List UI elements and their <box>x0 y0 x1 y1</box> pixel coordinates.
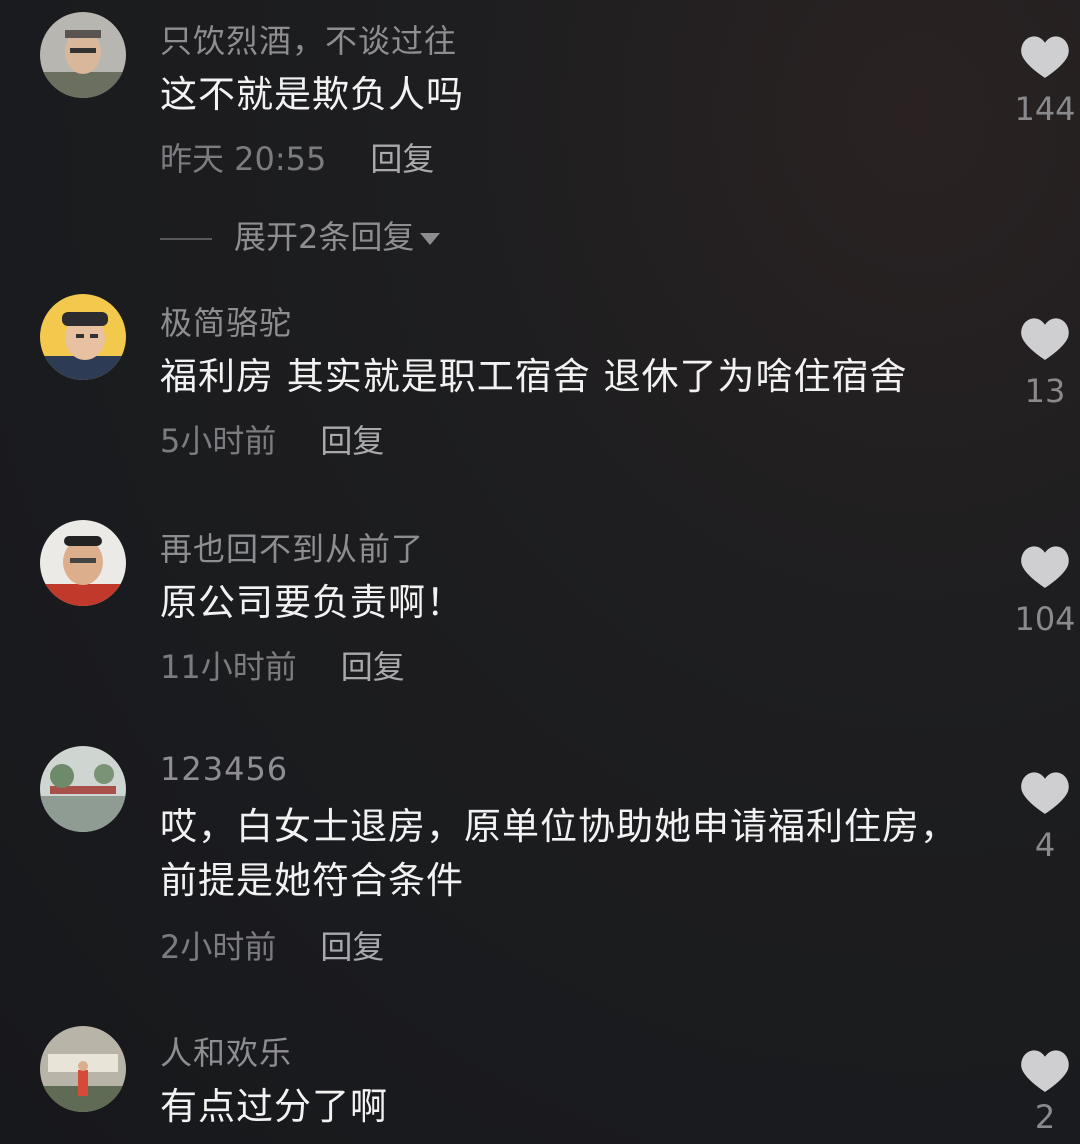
like-count: 104 <box>1014 600 1076 638</box>
user-avatar-icon[interactable] <box>40 746 126 832</box>
comment-meta: 5小时前 回复 <box>160 416 384 462</box>
heart-icon <box>1021 546 1069 588</box>
comment-username[interactable]: 极简骆驼 <box>160 298 292 344</box>
like-count: 4 <box>1034 826 1056 864</box>
user-avatar-icon[interactable] <box>40 520 126 606</box>
expand-replies-button[interactable]: 展开2条回复 <box>160 212 441 258</box>
like-button[interactable]: 144 <box>1010 32 1080 128</box>
reply-button[interactable]: 回复 <box>320 422 384 460</box>
like-count: 13 <box>1024 372 1066 410</box>
comment-text: 有点过分了啊 <box>160 1085 388 1128</box>
heart-icon <box>1021 318 1069 360</box>
reply-button[interactable]: 回复 <box>341 648 405 686</box>
like-button[interactable]: 13 <box>1010 314 1080 410</box>
comment-text: 福利房 其实就是职工宿舍 退休了为啥住宿舍 <box>160 355 908 398</box>
heart-icon <box>1021 1050 1069 1092</box>
like-count: 144 <box>1014 90 1076 128</box>
like-button[interactable]: 104 <box>1010 542 1080 638</box>
comment-meta: 昨天 20:55 回复 <box>160 134 434 180</box>
reply-button[interactable]: 回复 <box>370 140 434 178</box>
comment-username[interactable]: 123456 <box>160 750 288 788</box>
comment-username[interactable]: 再也回不到从前了 <box>160 524 424 570</box>
comment-username[interactable]: 人和欢乐 <box>160 1028 292 1074</box>
comment-time: 5小时前 <box>160 422 277 460</box>
reply-button[interactable]: 回复 <box>320 928 384 966</box>
like-button[interactable]: 4 <box>1010 768 1080 864</box>
user-avatar-icon[interactable] <box>40 294 126 380</box>
user-avatar-icon[interactable] <box>40 12 126 98</box>
comment-time: 昨天 20:55 <box>160 140 327 178</box>
user-avatar-icon[interactable] <box>40 1026 126 1112</box>
divider-line <box>160 238 212 240</box>
like-count: 2 <box>1034 1098 1056 1136</box>
comment-time: 2小时前 <box>160 928 277 966</box>
comment-text: 这不就是欺负人吗 <box>160 73 464 116</box>
heart-icon <box>1021 36 1069 78</box>
comment-username[interactable]: 只饮烈酒，不谈过往 <box>160 16 457 62</box>
comment-meta: 11小时前 回复 <box>160 642 405 688</box>
comment-text: 原公司要负责啊！ <box>160 581 464 624</box>
like-button[interactable]: 2 <box>1010 1046 1080 1136</box>
comment-meta: 2小时前 回复 <box>160 922 384 968</box>
comment-text: 哎，白女士退房，原单位协助她申请福利住房，前提是她符合条件 <box>160 805 958 902</box>
comment-time: 11小时前 <box>160 648 297 686</box>
expand-replies-label: 展开2条回复 <box>234 218 415 256</box>
chevron-down-icon <box>420 233 441 245</box>
heart-icon <box>1021 772 1069 814</box>
